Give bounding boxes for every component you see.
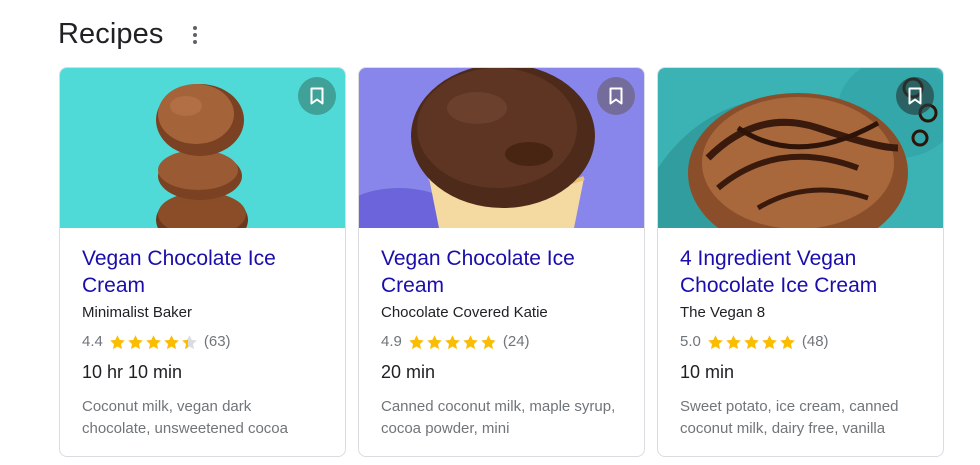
cook-time: 20 min [381, 362, 436, 382]
rating-row: 5.0 (48) [680, 332, 921, 352]
recipe-image [658, 68, 943, 228]
star-icon [744, 334, 759, 349]
recipe-carousel: Vegan Chocolate Ice Cream Minimalist Bak… [59, 67, 944, 457]
recipe-source: Chocolate Covered Katie [381, 304, 548, 321]
bookmark-button[interactable] [896, 77, 934, 115]
star-icon [726, 334, 741, 349]
bookmark-button[interactable] [597, 77, 635, 115]
star-icon [182, 334, 197, 349]
recipe-source: The Vegan 8 [680, 304, 766, 321]
star-rating [109, 334, 198, 351]
star-icon [445, 334, 460, 349]
star-rating [707, 334, 796, 351]
bookmark-icon [310, 87, 324, 105]
star-icon [409, 334, 424, 349]
star-icon [164, 334, 179, 349]
rating-value: 4.4 [82, 333, 103, 350]
star-icon [110, 334, 125, 349]
recipe-title[interactable]: Vegan Chocolate Ice Cream [381, 245, 622, 299]
review-count: (24) [502, 333, 530, 350]
rating-value: 5.0 [680, 333, 701, 350]
star-icon [780, 334, 795, 349]
ingredients: Sweet potato, ice cream, canned coconut … [680, 398, 899, 437]
star-icon [708, 334, 723, 349]
rating-row: 4.9 (24) [381, 332, 622, 352]
star-icon [128, 334, 143, 349]
star-rating [408, 334, 497, 351]
review-count: (48) [801, 333, 829, 350]
recipe-source: Minimalist Baker [82, 304, 193, 321]
star-icon [762, 334, 777, 349]
more-vert-icon[interactable] [189, 23, 201, 47]
section-header: Recipes [58, 18, 201, 51]
star-icon [146, 334, 161, 349]
cook-time: 10 hr 10 min [82, 362, 183, 382]
section-title: Recipes [58, 18, 164, 50]
ingredients: Coconut milk, vegan dark chocolate, unsw… [82, 398, 288, 437]
recipe-image [359, 68, 644, 228]
rating-row: 4.4 (63) [82, 332, 323, 352]
recipe-title[interactable]: 4 Ingredient Vegan Chocolate Ice Cream [680, 245, 921, 299]
recipe-card[interactable]: Vegan Chocolate Ice Cream Chocolate Cove… [358, 67, 645, 457]
recipe-card[interactable]: Vegan Chocolate Ice Cream Minimalist Bak… [59, 67, 346, 457]
review-count: (63) [203, 333, 231, 350]
cook-time: 10 min [680, 362, 735, 382]
ingredients: Canned coconut milk, maple syrup, cocoa … [381, 398, 616, 437]
recipe-card[interactable]: 4 Ingredient Vegan Chocolate Ice Cream T… [657, 67, 944, 457]
bookmark-button[interactable] [298, 77, 336, 115]
recipe-title[interactable]: Vegan Chocolate Ice Cream [82, 245, 323, 299]
star-icon [427, 334, 442, 349]
rating-value: 4.9 [381, 333, 402, 350]
recipe-image [60, 68, 345, 228]
bookmark-icon [908, 87, 922, 105]
star-icon [481, 334, 496, 349]
star-icon [463, 334, 478, 349]
bookmark-icon [609, 87, 623, 105]
